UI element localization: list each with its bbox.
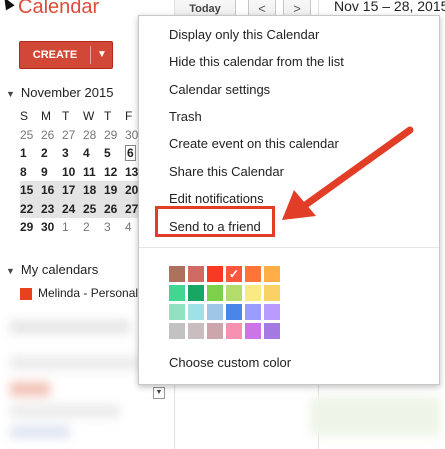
color-swatch[interactable] (264, 285, 280, 301)
create-label: CREATE (32, 49, 78, 61)
day-of-week: W (83, 109, 95, 124)
color-swatch[interactable] (245, 323, 261, 339)
mini-cal-day[interactable]: 3 (62, 144, 83, 163)
menu-item-display-only[interactable]: Display only this Calendar (169, 27, 319, 42)
annotation-arrow-icon (282, 126, 414, 220)
chevron-left-icon: < (258, 1, 266, 16)
color-swatch[interactable] (188, 304, 204, 320)
mini-cal-day[interactable]: 15 (20, 181, 41, 200)
day-of-week: T (104, 109, 112, 124)
color-swatch[interactable] (264, 266, 280, 282)
color-swatch[interactable] (264, 304, 280, 320)
color-swatch[interactable] (245, 285, 261, 301)
mini-cal-day[interactable]: 1 (62, 218, 83, 237)
app-title: Calendar (18, 0, 100, 18)
color-swatch[interactable] (207, 323, 223, 339)
mini-cal-day[interactable]: 1 (20, 144, 41, 163)
date-range: Nov 15 – 28, 2015 (334, 0, 445, 14)
mini-cal-day[interactable]: 16 (41, 181, 62, 200)
mini-cal-day[interactable]: 26 (104, 199, 125, 218)
color-swatch[interactable] (245, 304, 261, 320)
my-calendars-label: My calendars (20, 262, 99, 277)
mini-cal-day[interactable]: 23 (41, 199, 62, 218)
mini-cal-day[interactable]: 12 (104, 163, 125, 182)
mini-cal-day[interactable]: 29 (104, 126, 125, 145)
color-swatch[interactable] (245, 266, 261, 282)
color-swatch[interactable] (226, 304, 242, 320)
color-swatch[interactable] (226, 285, 242, 301)
color-swatch[interactable] (264, 323, 280, 339)
mini-cal-day[interactable]: 24 (62, 199, 83, 218)
mini-cal-day[interactable]: 8 (20, 163, 41, 182)
menu-item-trash[interactable]: Trash (169, 109, 202, 124)
menu-item-calendar-settings[interactable]: Calendar settings (169, 82, 270, 97)
mini-cal-day[interactable]: 2 (41, 144, 62, 163)
mini-cal-day[interactable]: 30 (41, 218, 62, 237)
highlight-box (155, 206, 275, 237)
mini-cal-day[interactable]: 9 (41, 163, 62, 182)
mini-cal-day[interactable]: 25 (20, 126, 41, 145)
mini-cal-day[interactable]: 26 (41, 126, 62, 145)
menu-item-hide-calendar[interactable]: Hide this calendar from the list (169, 54, 344, 69)
color-swatch[interactable] (188, 266, 204, 282)
day-of-week: S (20, 109, 29, 124)
chevron-right-icon: > (293, 1, 301, 16)
mini-cal-day[interactable]: 4 (83, 144, 104, 163)
day-of-week: T (62, 109, 70, 124)
mini-cal-day[interactable]: 28 (83, 126, 104, 145)
mini-cal-day[interactable]: 11 (83, 163, 104, 182)
menu-item-share-calendar[interactable]: Share this Calendar (169, 164, 284, 179)
mini-cal-day[interactable]: 2 (83, 218, 104, 237)
mouse-cursor-icon (0, 0, 15, 11)
color-swatch-grid: ✓ (169, 266, 280, 339)
mini-cal-day[interactable]: 27 (62, 126, 83, 145)
mini-cal-day[interactable]: 17 (62, 181, 83, 200)
mini-cal-day[interactable]: 5 (104, 144, 125, 163)
calendar-color-swatch (20, 288, 32, 300)
color-swatch[interactable] (169, 285, 185, 301)
month-label: November 2015 (20, 85, 114, 100)
blurred-calendar-list (10, 312, 150, 442)
today-marker: 6 (125, 145, 136, 162)
mini-cal-day[interactable]: 19 (104, 181, 125, 200)
color-swatch[interactable] (188, 285, 204, 301)
my-calendars-header[interactable]: ▼ My calendars (6, 262, 98, 277)
mini-cal-day[interactable]: 18 (83, 181, 104, 200)
mini-cal-day[interactable]: 29 (20, 218, 41, 237)
collapse-icon[interactable]: ▼ (6, 266, 15, 276)
mini-cal-day[interactable]: 3 (104, 218, 125, 237)
calendar-options-dropdown-icon[interactable]: ▼ (153, 387, 165, 399)
color-swatch[interactable] (207, 304, 223, 320)
mini-cal-day[interactable]: 22 (20, 199, 41, 218)
color-swatch[interactable] (169, 323, 185, 339)
day-of-week: M (41, 109, 51, 124)
color-swatch[interactable] (169, 266, 185, 282)
color-swatch[interactable] (188, 323, 204, 339)
mini-cal-day[interactable]: 25 (83, 199, 104, 218)
mini-cal-day[interactable]: 10 (62, 163, 83, 182)
color-swatch[interactable] (226, 323, 242, 339)
create-button[interactable]: CREATE ▼ (19, 41, 113, 69)
check-icon: ✓ (229, 267, 240, 281)
create-dropdown-icon[interactable]: ▼ (93, 42, 111, 68)
calendar-name[interactable]: Melinda - Personal (38, 286, 138, 300)
color-swatch[interactable] (207, 285, 223, 301)
menu-divider (139, 247, 439, 248)
create-separator (90, 46, 91, 64)
menu-item-edit-notifications[interactable]: Edit notifications (169, 191, 264, 206)
color-swatch[interactable] (207, 266, 223, 282)
blurred-event-area (310, 396, 440, 436)
color-swatch[interactable]: ✓ (226, 266, 242, 282)
color-swatch[interactable] (169, 304, 185, 320)
menu-item-custom-color[interactable]: Choose custom color (169, 355, 291, 370)
collapse-icon[interactable]: ▼ (6, 89, 15, 99)
mini-calendar-header[interactable]: ▼ November 2015 (6, 85, 113, 100)
